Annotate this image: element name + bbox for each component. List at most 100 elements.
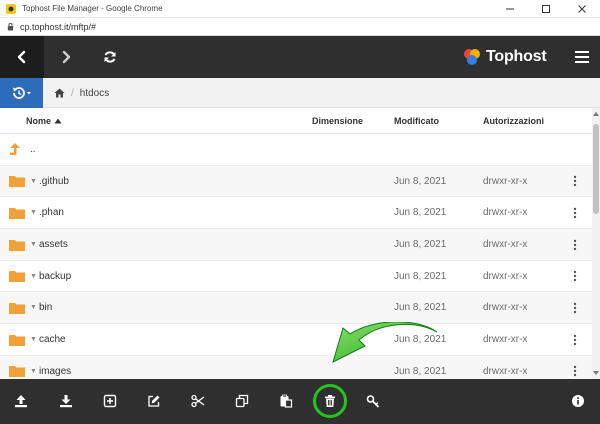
tophost-logo: Tophost	[462, 45, 547, 69]
permissions: drwxr-xr-x	[483, 175, 528, 187]
table-row[interactable]: ▼ cache Jun 8, 2021 drwxr-xr-x	[0, 324, 592, 356]
caret-down-icon[interactable]: ▼	[30, 304, 37, 311]
key-icon	[366, 395, 380, 408]
permissions: drwxr-xr-x	[483, 207, 528, 219]
info-icon	[572, 395, 584, 407]
permissions: drwxr-xr-x	[483, 365, 528, 377]
kebab-menu-icon	[573, 239, 577, 250]
table-row[interactable]: ▼ .github Jun 8, 2021 drwxr-xr-x	[0, 165, 592, 198]
back-button[interactable]	[0, 36, 44, 78]
info-button[interactable]	[567, 390, 589, 412]
column-header-size[interactable]: Dimensione	[312, 108, 363, 134]
column-header-name-label: Nome	[26, 116, 52, 126]
name-cell: ▼ images	[8, 356, 71, 379]
scroll-down-arrow-icon[interactable]	[592, 369, 600, 377]
row-actions-button[interactable]	[570, 292, 580, 323]
permissions-button[interactable]	[362, 390, 384, 412]
hamburger-menu-button[interactable]	[572, 47, 592, 67]
browser-title-bar: Tophost File Manager - Google Chrome	[0, 0, 600, 18]
url-text[interactable]: cp.tophost.it/mftp/#	[20, 22, 96, 32]
file-name[interactable]: backup	[39, 271, 71, 282]
modified-date: Jun 8, 2021	[394, 239, 447, 251]
parent-directory-cell: ..	[8, 134, 36, 165]
minimize-button[interactable]	[492, 0, 528, 18]
row-actions-button[interactable]	[570, 261, 580, 292]
new-folder-button[interactable]	[99, 390, 121, 412]
file-name[interactable]: images	[39, 366, 71, 377]
scroll-up-arrow-icon[interactable]	[592, 110, 600, 118]
parent-directory-label: ..	[30, 144, 36, 155]
table-row[interactable]: ▼ .phan Jun 8, 2021 drwxr-xr-x	[0, 197, 592, 230]
home-icon[interactable]	[54, 88, 65, 98]
row-actions-button[interactable]	[570, 197, 580, 228]
row-actions-button[interactable]	[570, 356, 580, 379]
kebab-menu-icon	[573, 334, 577, 345]
table-row[interactable]: ▼ backup Jun 8, 2021 drwxr-xr-x	[0, 261, 592, 293]
permissions: drwxr-xr-x	[483, 302, 528, 314]
file-name[interactable]: .phan	[39, 207, 64, 218]
download-icon	[60, 395, 72, 408]
permissions: drwxr-xr-x	[483, 239, 528, 251]
rename-button[interactable]	[143, 390, 165, 412]
app-header: Tophost	[0, 36, 600, 78]
download-button[interactable]	[55, 390, 77, 412]
table-row[interactable]: ▼ assets Jun 8, 2021 drwxr-xr-x	[0, 229, 592, 261]
parent-directory-row[interactable]: ..	[0, 134, 592, 166]
file-name[interactable]: assets	[39, 239, 68, 250]
upload-button[interactable]	[10, 390, 32, 412]
close-window-button[interactable]	[564, 0, 600, 18]
refresh-button[interactable]	[88, 36, 132, 78]
cut-button[interactable]	[187, 390, 209, 412]
row-actions-button[interactable]	[570, 229, 580, 260]
copy-button[interactable]	[231, 390, 253, 412]
breadcrumb-separator: /	[71, 87, 74, 99]
folder-icon	[9, 239, 25, 251]
paste-icon	[280, 394, 293, 408]
chevron-left-icon	[17, 50, 26, 64]
caret-down-icon[interactable]: ▼	[30, 178, 37, 185]
new-folder-icon	[103, 394, 117, 408]
folder-icon	[9, 334, 25, 346]
modified-date: Jun 8, 2021	[394, 207, 447, 219]
folder-icon	[9, 302, 25, 314]
caret-down-icon[interactable]: ▼	[30, 273, 37, 280]
caret-down-icon[interactable]: ▼	[30, 336, 37, 343]
paste-button[interactable]	[275, 390, 297, 412]
forward-button[interactable]	[44, 36, 88, 78]
refresh-icon	[104, 51, 116, 63]
name-cell: ▼ .phan	[8, 197, 64, 228]
maximize-button[interactable]	[528, 0, 564, 18]
upload-icon	[15, 395, 27, 408]
caret-down-icon[interactable]: ▼	[30, 209, 37, 216]
modified-date: Jun 8, 2021	[394, 270, 447, 282]
folder-icon	[9, 207, 25, 219]
file-table-header: Nome Dimensione Modificato Autorizzazion…	[0, 108, 592, 134]
history-dropdown-button[interactable]	[0, 78, 43, 108]
column-header-modified[interactable]: Modificato	[394, 108, 439, 134]
table-row[interactable]: ▼ bin Jun 8, 2021 drwxr-xr-x	[0, 292, 592, 325]
name-cell: ▼ cache	[8, 324, 66, 355]
column-header-name[interactable]: Nome	[26, 108, 62, 134]
row-actions-button[interactable]	[570, 166, 580, 197]
caret-down-icon[interactable]: ▼	[30, 368, 37, 375]
level-up-icon	[10, 142, 20, 155]
vertical-scrollbar[interactable]	[592, 108, 600, 379]
scrollbar-thumb[interactable]	[593, 124, 599, 214]
green-pointer-arrow-icon	[332, 322, 438, 363]
column-header-permissions[interactable]: Autorizzazioni	[483, 108, 544, 134]
file-name[interactable]: cache	[39, 334, 66, 345]
kebab-menu-icon	[573, 302, 577, 314]
table-row[interactable]: ▼ images Jun 8, 2021 drwxr-xr-x	[0, 355, 592, 379]
name-cell: ▼ bin	[8, 292, 52, 323]
kebab-menu-icon	[573, 175, 577, 187]
address-bar[interactable]: cp.tophost.it/mftp/#	[0, 18, 600, 36]
row-actions-button[interactable]	[570, 324, 580, 355]
folder-icon	[9, 176, 25, 188]
rename-icon	[148, 395, 160, 407]
file-name[interactable]: .github	[39, 176, 69, 187]
caret-down-icon[interactable]: ▼	[30, 241, 37, 248]
bottom-toolbar	[0, 379, 600, 424]
file-name[interactable]: bin	[39, 302, 52, 313]
tophost-logo-icon	[464, 49, 480, 65]
breadcrumb-item-htdocs[interactable]: htdocs	[80, 88, 109, 99]
